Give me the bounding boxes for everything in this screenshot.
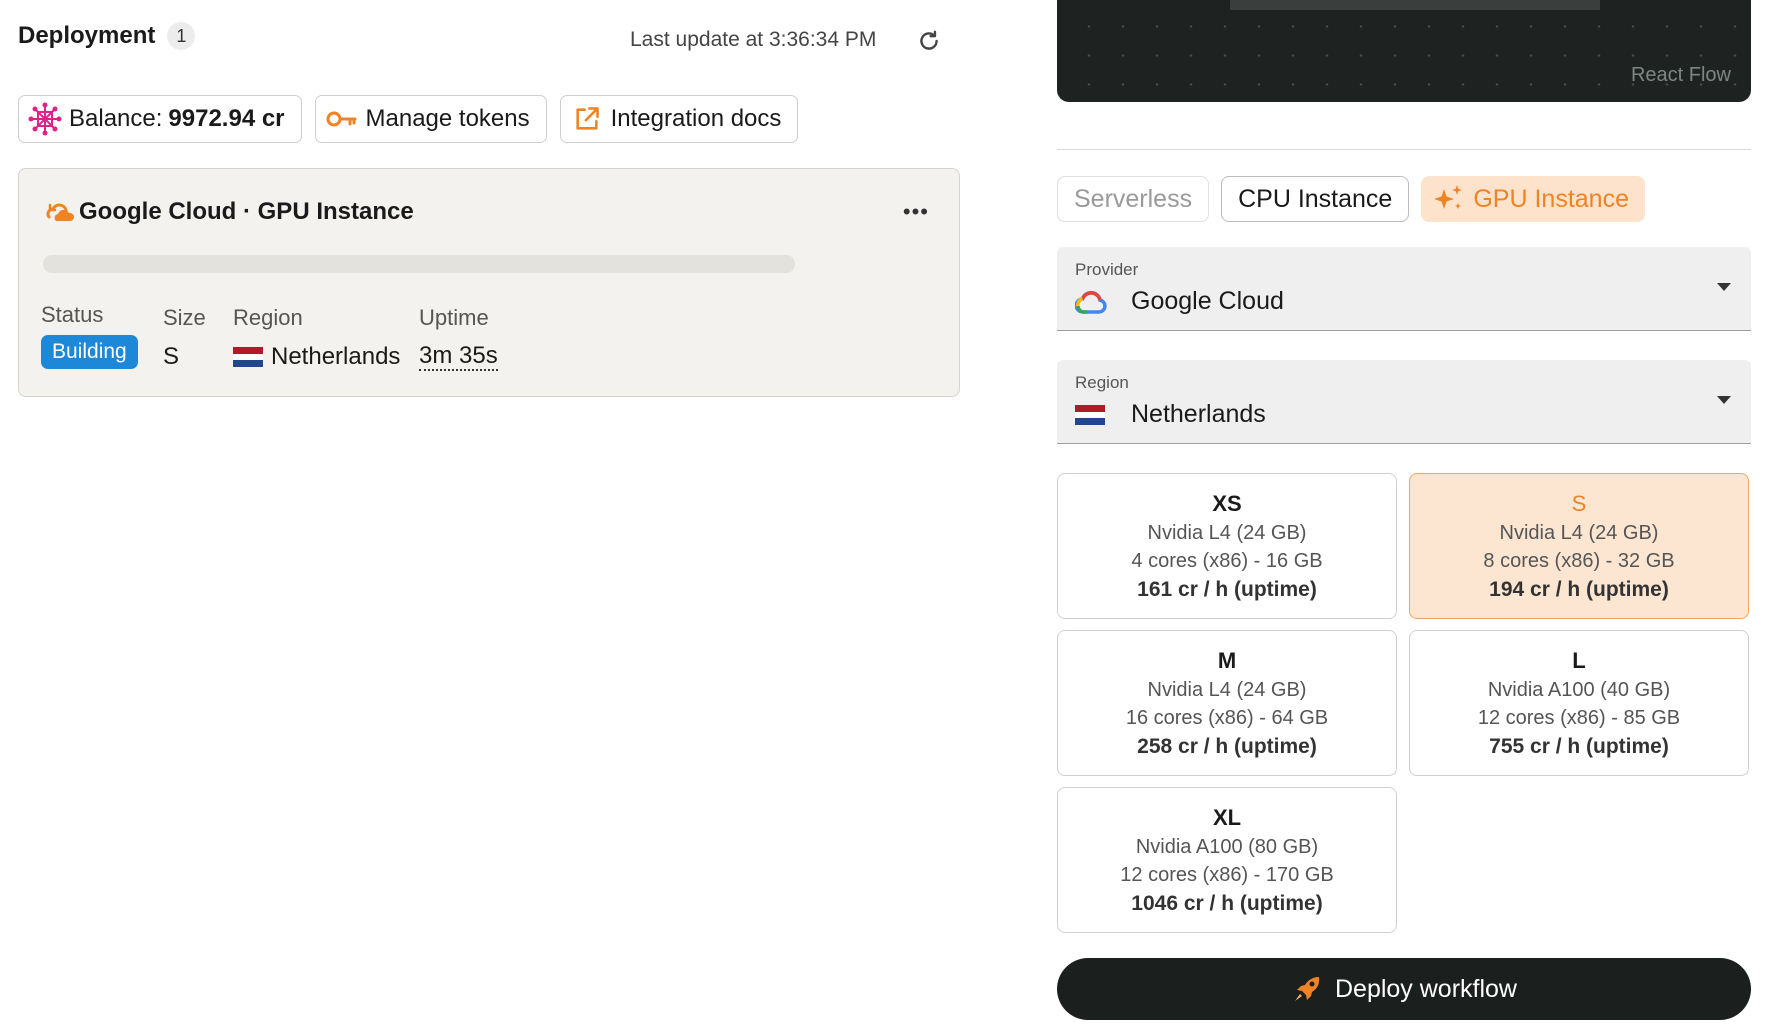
size-option-cpu: 12 cores (x86) - 85 GB <box>1477 707 1681 729</box>
canvas-node-edge <box>1230 0 1600 10</box>
size-option-name: S <box>1571 491 1587 516</box>
size-option-gpu: Nvidia A100 (80 GB) <box>1135 836 1319 858</box>
balance-chip[interactable]: Balance: 9972.94 cr <box>18 95 302 143</box>
key-icon <box>324 101 360 137</box>
status-badge: Building <box>41 335 138 369</box>
region-select-value: Netherlands <box>1131 400 1266 428</box>
balance-label: Balance: <box>69 105 163 132</box>
size-option-price: 194 cr / h (uptime) <box>1489 578 1669 601</box>
region-stat: Region Netherlands <box>233 302 400 371</box>
size-option-s[interactable]: S Nvidia L4 (24 GB) 8 cores (x86) - 32 G… <box>1409 473 1749 619</box>
integration-docs-link[interactable]: Integration docs <box>559 95 799 143</box>
size-option-gpu: Nvidia L4 (24 GB) <box>1147 522 1307 544</box>
deploy-workflow-button[interactable]: Deploy workflow <box>1057 958 1751 1020</box>
size-option-name: M <box>1217 648 1237 673</box>
last-update-text: Last update at 3:36:34 PM <box>630 28 877 51</box>
chevron-down-icon <box>1717 396 1731 404</box>
size-option-cpu: 12 cores (x86) - 170 GB <box>1120 864 1334 886</box>
tab-serverless[interactable]: Serverless <box>1057 176 1210 222</box>
size-option-xl[interactable]: XL Nvidia A100 (80 GB) 12 cores (x86) - … <box>1057 787 1397 933</box>
size-option-l[interactable]: L Nvidia A100 (40 GB) 12 cores (x86) - 8… <box>1409 630 1749 776</box>
uptime-stat: Uptime 3m 35s <box>419 302 498 371</box>
status-label: Status <box>41 302 104 327</box>
manage-tokens-label: Manage tokens <box>365 105 530 132</box>
size-option-name: XS <box>1212 491 1242 516</box>
size-option-gpu: Nvidia L4 (24 GB) <box>1147 679 1307 701</box>
region-value: Netherlands <box>271 343 401 370</box>
region-select-label: Region <box>1075 373 1129 392</box>
balance-value: 9972.94 cr <box>168 105 285 132</box>
netherlands-flag-icon <box>1075 401 1111 429</box>
integration-docs-label: Integration docs <box>610 105 782 132</box>
panel-divider <box>1057 149 1751 150</box>
uptime-value[interactable]: 3m 35s <box>419 343 498 371</box>
size-option-name: XL <box>1212 805 1242 830</box>
deployment-title: Deployment <box>18 22 156 49</box>
sparkle-node-icon <box>27 101 63 137</box>
deploy-workflow-label: Deploy workflow <box>1334 974 1517 1003</box>
size-option-price: 258 cr / h (uptime) <box>1137 735 1317 758</box>
sparkles-icon <box>1431 182 1465 216</box>
external-link-icon <box>569 101 605 137</box>
manage-tokens-button[interactable]: Manage tokens <box>314 95 547 143</box>
size-option-name: L <box>1572 648 1586 673</box>
provider-label: Provider <box>1075 260 1139 279</box>
instance-card-title: Google Cloud · GPU Instance <box>45 197 414 227</box>
provider-value: Google Cloud <box>1131 287 1284 315</box>
size-option-cpu: 16 cores (x86) - 64 GB <box>1125 707 1329 729</box>
deployment-chip-row: Balance: 9972.94 cr Manage tokens Integr… <box>18 95 799 143</box>
provider-select[interactable]: Provider Google Cloud <box>1057 247 1751 331</box>
region-select[interactable]: Region Netherlands <box>1057 360 1751 444</box>
size-option-price: 755 cr / h (uptime) <box>1489 735 1669 758</box>
instance-mode-tabs: Serverless CPU Instance GPU Instance <box>1057 176 1645 222</box>
refresh-button[interactable] <box>914 26 944 56</box>
rocket-icon <box>1291 973 1323 1005</box>
tab-gpu-instance-label: GPU Instance <box>1473 184 1629 213</box>
size-option-gpu: Nvidia L4 (24 GB) <box>1499 522 1659 544</box>
size-label: Size <box>163 305 206 330</box>
deployment-count-badge: 1 <box>167 22 196 50</box>
size-option-xs[interactable]: XS Nvidia L4 (24 GB) 4 cores (x86) - 16 … <box>1057 473 1397 619</box>
netherlands-flag-icon <box>233 347 263 367</box>
size-option-m[interactable]: M Nvidia L4 (24 GB) 16 cores (x86) - 64 … <box>1057 630 1397 776</box>
uptime-label: Uptime <box>419 305 489 330</box>
refresh-icon <box>920 30 938 50</box>
size-option-gpu: Nvidia A100 (40 GB) <box>1487 679 1671 701</box>
instance-card-menu-button[interactable]: ••• <box>903 199 929 225</box>
chevron-down-icon <box>1717 283 1731 291</box>
react-flow-attribution[interactable]: React Flow <box>1631 64 1731 87</box>
deployment-header: Deployment 1 <box>18 22 196 50</box>
deployment-panel: Deployment 1 <box>0 0 880 1032</box>
workflow-canvas[interactable]: React Flow <box>1057 0 1751 102</box>
google-cloud-icon <box>1075 288 1111 316</box>
cloud-sync-icon <box>45 197 75 227</box>
size-option-cpu: 8 cores (x86) - 32 GB <box>1483 550 1675 572</box>
size-option-price: 1046 cr / h (uptime) <box>1131 892 1323 915</box>
instance-card-title-text: Google Cloud · GPU Instance <box>79 198 414 225</box>
size-option-price: 161 cr / h (uptime) <box>1137 578 1317 601</box>
instance-card: Google Cloud · GPU Instance ••• Status B… <box>18 168 960 397</box>
tab-cpu-instance[interactable]: CPU Instance <box>1221 176 1410 222</box>
size-stat: Size S <box>163 302 206 371</box>
status-stat: Status Building <box>41 302 138 369</box>
build-progress-bar <box>43 255 795 273</box>
size-value: S <box>163 343 180 370</box>
region-label: Region <box>233 305 303 330</box>
tab-gpu-instance[interactable]: GPU Instance <box>1421 176 1645 222</box>
size-option-cpu: 4 cores (x86) - 16 GB <box>1131 550 1323 572</box>
